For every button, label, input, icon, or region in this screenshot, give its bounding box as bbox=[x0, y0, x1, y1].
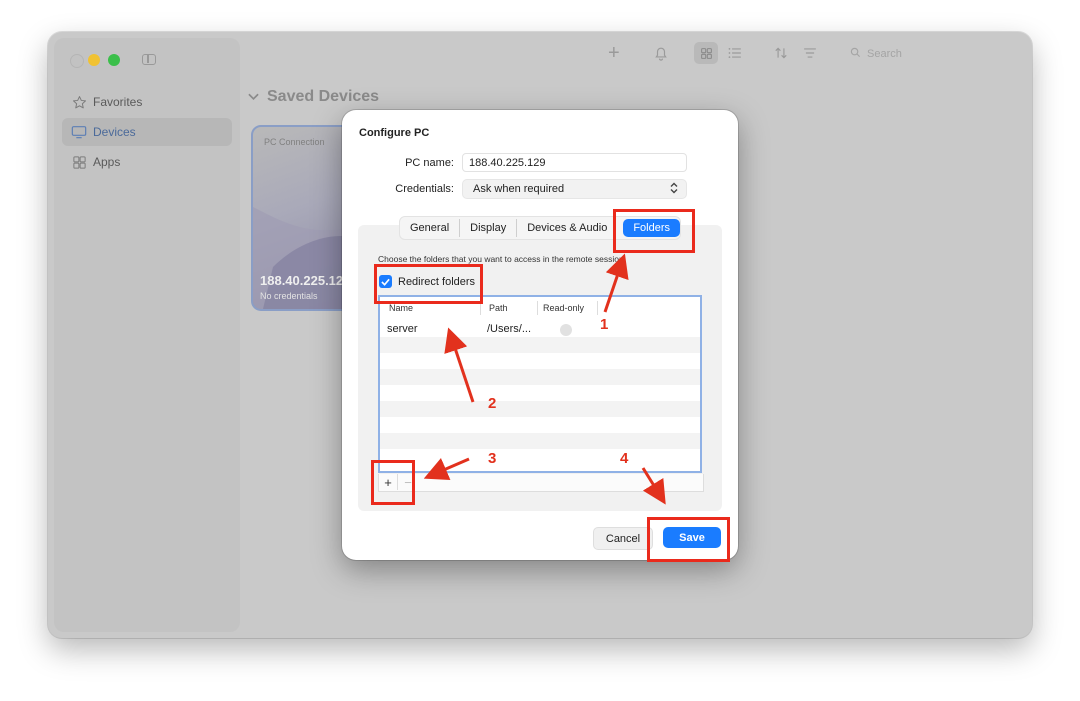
arrow-to-save-button bbox=[641, 467, 666, 505]
arrow-to-folders-tab bbox=[603, 253, 629, 313]
annotation-arrows bbox=[423, 253, 666, 505]
arrow-to-table bbox=[444, 327, 475, 403]
arrow-to-add-button bbox=[423, 457, 470, 481]
